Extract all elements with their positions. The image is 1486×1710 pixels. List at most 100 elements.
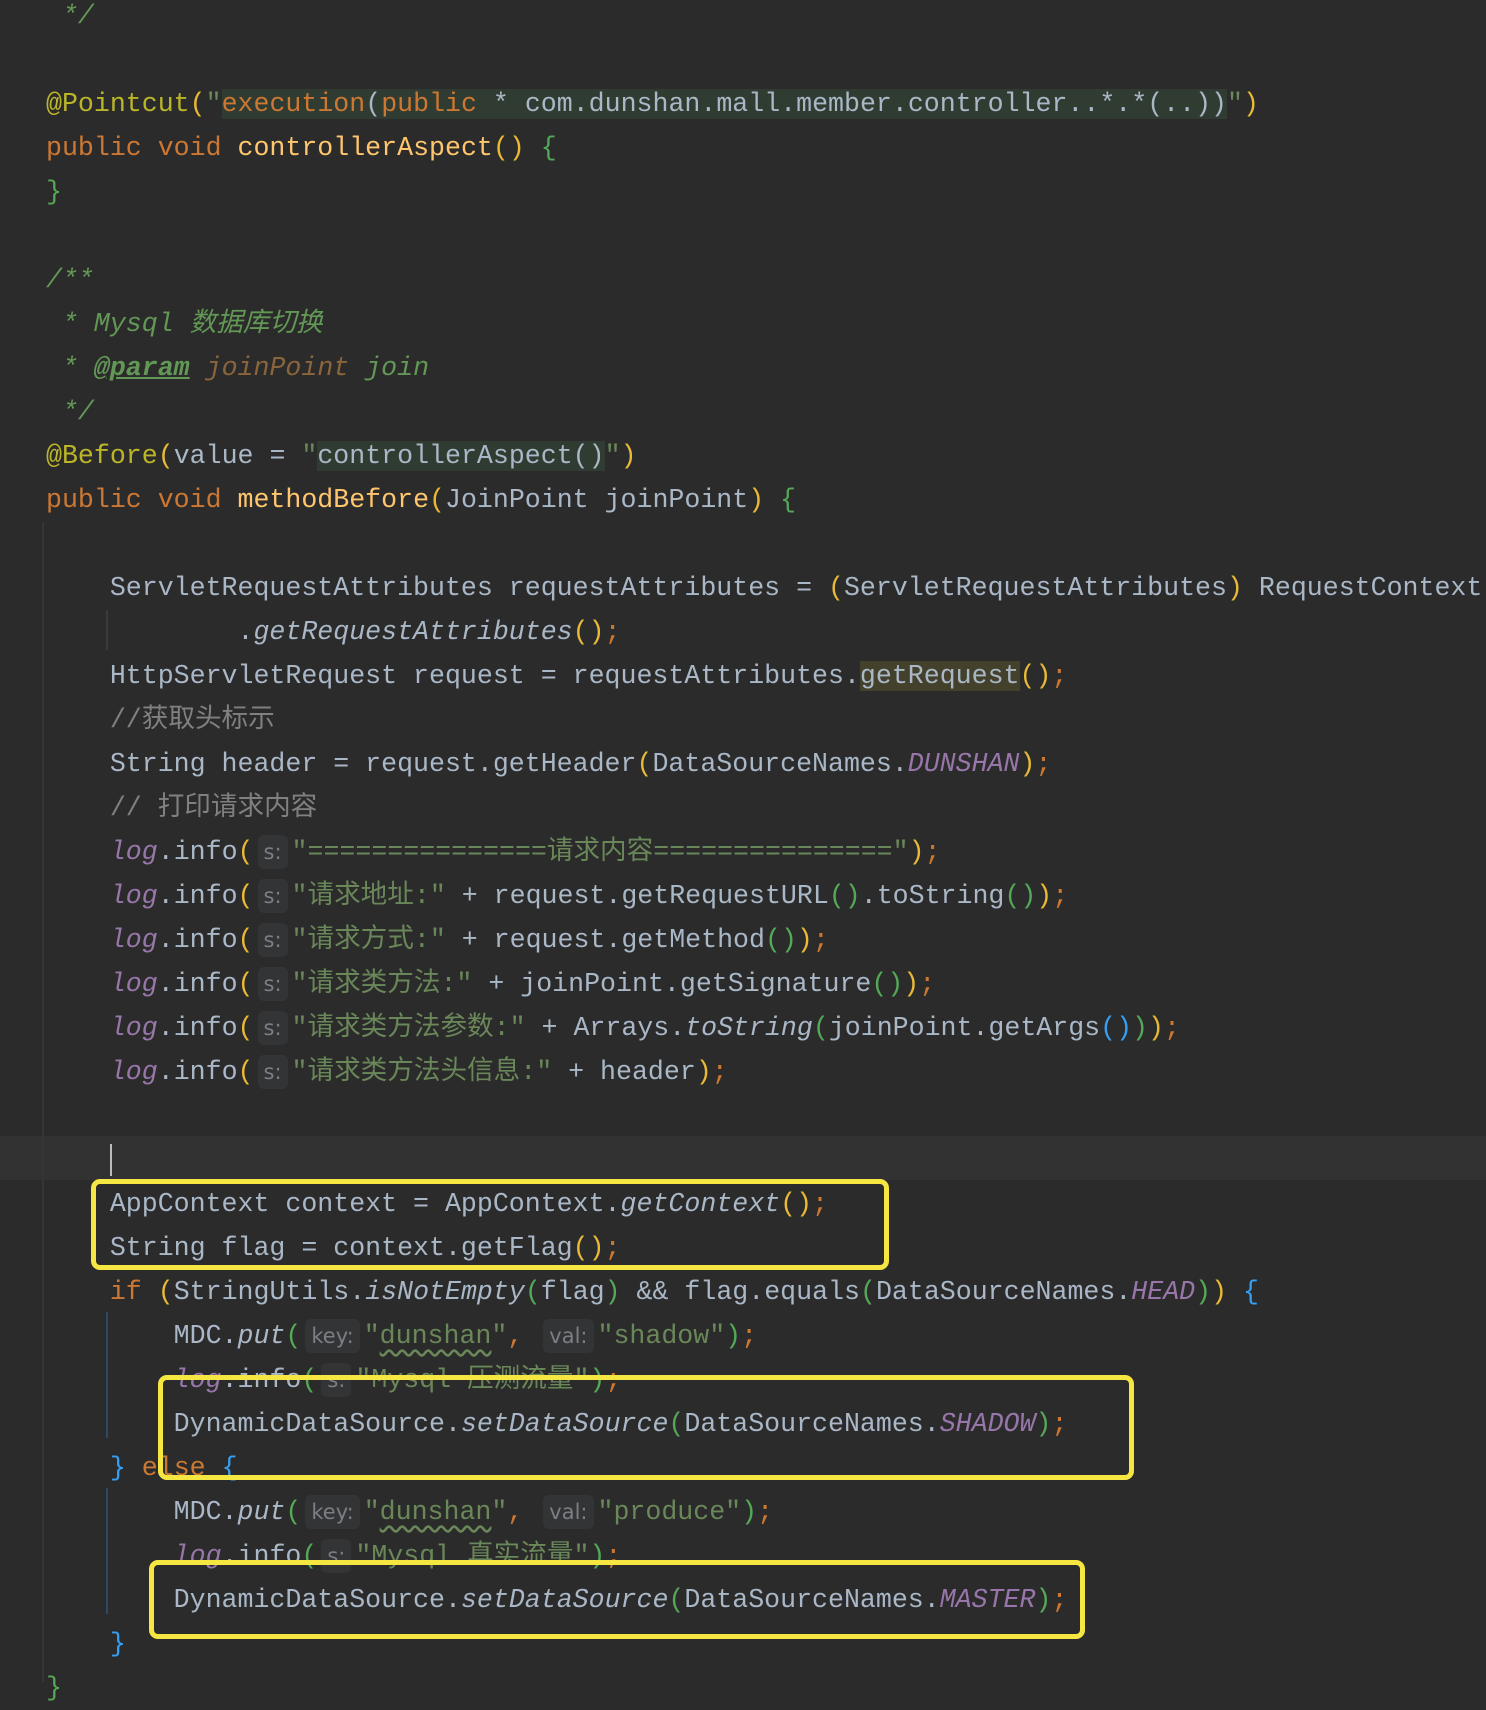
code-token: ; xyxy=(919,969,936,999)
code-token: ) xyxy=(1148,1013,1164,1043)
code-line[interactable]: AppContext context = AppContext.getConte… xyxy=(46,1182,1486,1226)
code-line[interactable]: DynamicDataSource.setDataSource(DataSour… xyxy=(46,1402,1486,1446)
code-line[interactable]: log.info(s: "Mysql 真实流量"); xyxy=(46,1534,1486,1578)
code-token: "===============请求内容===============" xyxy=(291,837,909,867)
code-token: MDC. xyxy=(46,1497,238,1527)
code-line[interactable] xyxy=(46,38,1486,82)
code-token: log xyxy=(109,837,158,867)
code-token: + Arrays. xyxy=(525,1013,686,1043)
code-lines[interactable]: */ @Pointcut("execution(public * com.duns… xyxy=(46,0,1486,1710)
code-token: " xyxy=(491,1497,508,1527)
code-line[interactable]: } xyxy=(46,1666,1486,1710)
code-line[interactable]: log.info(s: "===============请求内容=========… xyxy=(46,830,1486,874)
code-line[interactable]: // 打印请求内容 xyxy=(46,786,1486,830)
code-token: ) xyxy=(1243,89,1259,119)
code-token: ; xyxy=(605,1541,622,1571)
code-token: .info xyxy=(157,1013,238,1043)
code-line[interactable]: */ xyxy=(46,390,1486,434)
code-token: { xyxy=(540,133,557,163)
code-token: MASTER xyxy=(939,1585,1036,1615)
code-token: "请求地址:" xyxy=(291,881,446,911)
code-token: ) xyxy=(620,441,637,471)
code-token: join xyxy=(349,353,430,383)
code-token: } xyxy=(109,1629,126,1659)
code-line[interactable]: MDC.put(key: "dunshan", val: "shadow"); xyxy=(46,1314,1486,1358)
code-token: ) xyxy=(1036,881,1053,911)
code-token: " xyxy=(1227,89,1243,119)
code-token: @Pointcut xyxy=(46,89,190,119)
code-line[interactable]: DynamicDataSource.setDataSource(DataSour… xyxy=(46,1578,1486,1622)
parameter-hint: key: xyxy=(305,1318,360,1353)
code-token: ( xyxy=(237,1057,254,1087)
code-line[interactable]: log.info(s: "Mysql 压测流量"); xyxy=(46,1358,1486,1402)
code-line[interactable]: * @param joinPoint join xyxy=(46,346,1486,390)
code-line[interactable]: public void controllerAspect() { xyxy=(46,126,1486,170)
code-token: joinPoint.getArgs xyxy=(828,1013,1101,1043)
code-token: log xyxy=(109,1013,158,1043)
code-token: .info xyxy=(157,1057,238,1087)
code-token: " xyxy=(205,89,222,119)
code-token: controllerAspect() xyxy=(317,441,605,471)
code-line[interactable] xyxy=(46,1138,1486,1182)
code-token: } xyxy=(46,177,62,207)
code-line[interactable]: String flag = context.getFlag(); xyxy=(46,1226,1486,1270)
code-token: ) xyxy=(748,485,765,515)
code-token: + header xyxy=(552,1057,696,1087)
parameter-hint: s: xyxy=(257,1054,288,1089)
code-editor[interactable]: */ @Pointcut("execution(public * com.duns… xyxy=(0,0,1486,1703)
code-token: " xyxy=(604,441,621,471)
code-line[interactable]: log.info(s: "请求地址:" + request.getRequestU… xyxy=(46,874,1486,918)
code-token: // 打印请求内容 xyxy=(46,793,318,823)
code-line[interactable] xyxy=(46,1094,1486,1138)
code-line[interactable]: log.info(s: "请求类方法参数:" + Arrays.toString(… xyxy=(46,1006,1486,1050)
code-line[interactable]: String header = request.getHeader(DataSo… xyxy=(46,742,1486,786)
parameter-hint: key: xyxy=(305,1494,360,1529)
code-token: methodBefore xyxy=(237,485,430,515)
code-token: "请求方式:" xyxy=(291,925,446,955)
code-line[interactable]: public void methodBefore(JoinPoint joinP… xyxy=(46,478,1486,522)
code-line[interactable] xyxy=(46,214,1486,258)
code-line[interactable]: //获取头标示 xyxy=(46,698,1486,742)
parameter-hint: s: xyxy=(321,1538,352,1573)
code-line[interactable] xyxy=(46,522,1486,566)
code-token: DynamicDataSource. xyxy=(46,1585,461,1615)
code-token: * Mysql 数据库切换 xyxy=(46,309,323,339)
code-line[interactable]: HttpServletRequest request = requestAttr… xyxy=(46,654,1486,698)
code-line[interactable]: MDC.put(key: "dunshan", val: "produce"); xyxy=(46,1490,1486,1534)
code-line[interactable]: log.info(s: "请求方式:" + request.getMethod()… xyxy=(46,918,1486,962)
code-token: { xyxy=(221,1453,238,1483)
code-token: ; xyxy=(1051,1585,1068,1615)
code-line[interactable]: } xyxy=(46,1622,1486,1666)
code-token: .info xyxy=(157,969,238,999)
code-line[interactable]: if (StringUtils.isNotEmpty(flag) && flag… xyxy=(46,1270,1486,1314)
code-token: ) xyxy=(604,1277,621,1307)
code-token: ( xyxy=(668,1409,685,1439)
code-token: "请求类方法:" xyxy=(291,969,473,999)
code-token: { xyxy=(1243,1277,1260,1307)
code-line[interactable]: ServletRequestAttributes requestAttribut… xyxy=(46,566,1486,610)
code-token: ( xyxy=(237,881,254,911)
code-line[interactable]: } xyxy=(46,170,1486,214)
code-line[interactable]: log.info(s: "请求类方法头信息:" + header); xyxy=(46,1050,1486,1094)
code-token: log xyxy=(173,1365,222,1395)
code-line[interactable]: * Mysql 数据库切换 xyxy=(46,302,1486,346)
code-token: ; xyxy=(604,617,621,647)
code-token: "请求类方法头信息:" xyxy=(291,1057,553,1087)
code-token: public xyxy=(381,89,477,119)
code-line[interactable]: */ xyxy=(46,0,1486,38)
code-line[interactable]: /** xyxy=(46,258,1486,302)
code-token: @param xyxy=(93,353,190,383)
code-token: () xyxy=(764,925,797,955)
code-line[interactable]: } else { xyxy=(46,1446,1486,1490)
code-token: toString xyxy=(685,1013,813,1043)
code-line[interactable]: @Before(value = "controllerAspect()") xyxy=(46,434,1486,478)
code-line[interactable]: .getRequestAttributes(); xyxy=(46,610,1486,654)
code-line[interactable]: log.info(s: "请求类方法:" + joinPoint.getSigna… xyxy=(46,962,1486,1006)
code-line[interactable]: @Pointcut("execution(public * com.dunsha… xyxy=(46,82,1486,126)
code-token: ServletRequestAttributes xyxy=(843,573,1227,603)
parameter-hint: s: xyxy=(321,1362,352,1397)
